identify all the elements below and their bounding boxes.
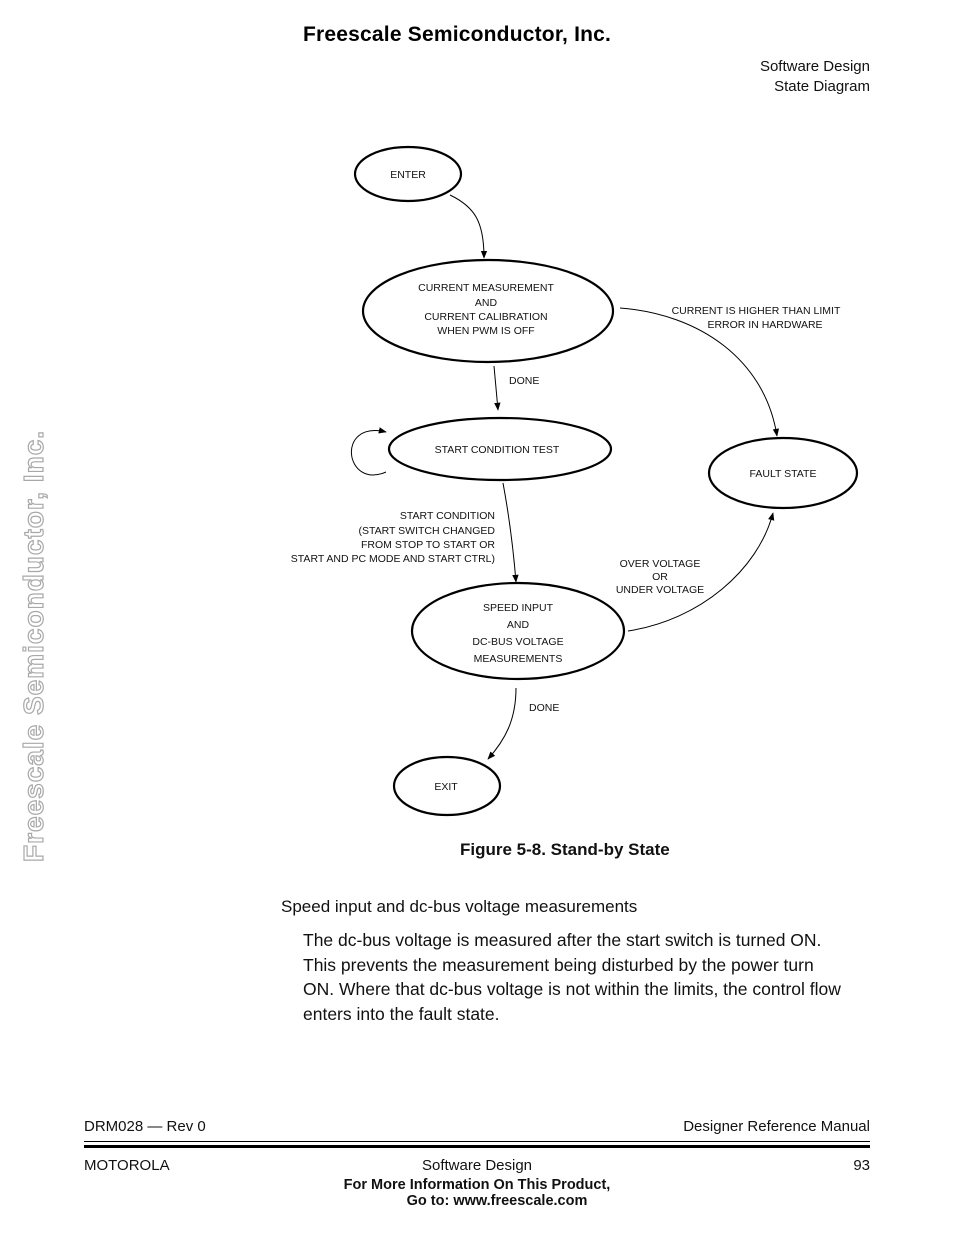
state-label: FAULT STATE (750, 468, 817, 480)
footer-manual-title: Designer Reference Manual (683, 1118, 870, 1135)
paragraph-line: This prevents the measurement being dist… (303, 954, 814, 975)
transition-label-voltage: OR (652, 571, 668, 583)
arrow-speed-to-exit (487, 687, 517, 760)
footer-page-number: 93 (853, 1157, 870, 1174)
body-paragraph: The dc-bus voltage is measured after the… (303, 928, 878, 1026)
arrow-start-test-self-loop (350, 427, 387, 476)
transition-label-done: DONE (509, 375, 539, 387)
transition-label-start-condition: (START SWITCH CHANGED (358, 525, 495, 537)
paragraph-line: enters into the fault state. (303, 1003, 500, 1024)
transition-label-voltage: UNDER VOLTAGE (616, 584, 704, 596)
state-enter: ENTER (353, 145, 463, 203)
figure-caption: Figure 5-8. Stand-by State (460, 840, 670, 859)
transition-label-start-condition: START AND PC MODE AND START CTRL) (291, 553, 495, 565)
state-start-condition-test: START CONDITION TEST (387, 416, 613, 482)
arrow-start-test-to-speed (502, 482, 519, 583)
state-speed-input: SPEED INPUT AND DC-BUS VOLTAGE MEASUREME… (410, 581, 626, 681)
state-label: START CONDITION TEST (435, 444, 560, 456)
state-label: AND (507, 619, 530, 631)
arrow-enter-to-current (449, 194, 488, 259)
state-label: MEASUREMENTS (474, 653, 563, 665)
state-fault: FAULT STATE (707, 436, 859, 510)
footer-rule-thin (84, 1141, 870, 1142)
transition-label-start-condition: START CONDITION (400, 510, 495, 522)
paragraph-line: ON. Where that dc-bus voltage is not wit… (303, 979, 841, 1000)
transition-label-done: DONE (529, 702, 559, 714)
footer-rule-thick (84, 1145, 870, 1148)
state-label: EXIT (434, 781, 458, 793)
state-label: SPEED INPUT (483, 602, 554, 614)
state-diagram: ENTER CURRENT MEASUREMENT AND CURRENT CA… (291, 145, 859, 817)
state-label: WHEN PWM IS OFF (437, 325, 534, 337)
footer-more-info: For More Information On This Product, (343, 1177, 611, 1193)
state-label: DC-BUS VOLTAGE (472, 636, 563, 648)
paragraph-line: The dc-bus voltage is measured after the… (303, 930, 822, 950)
state-label: AND (475, 297, 498, 309)
transition-label-start-condition: FROM STOP TO START OR (361, 539, 495, 551)
transition-label-current-limit: ERROR IN HARDWARE (707, 319, 822, 331)
footer-website-link[interactable]: Go to: www.freescale.com (0, 1193, 954, 1209)
transition-label-current-limit: CURRENT IS HIGHER THAN LIMIT (672, 305, 841, 317)
arrow-speed-to-fault (627, 512, 775, 632)
footer-doc-id: DRM028 — Rev 0 (84, 1118, 206, 1135)
transition-label-voltage: OVER VOLTAGE (620, 558, 701, 570)
state-label: CURRENT MEASUREMENT (418, 282, 554, 294)
state-current-measurement: CURRENT MEASUREMENT AND CURRENT CALIBRAT… (361, 258, 615, 364)
footer-section: Software Design (421, 1157, 533, 1174)
state-label: ENTER (390, 169, 426, 181)
arrow-current-to-start-test (493, 365, 501, 411)
section-subheading: Speed input and dc-bus voltage measureme… (281, 897, 638, 916)
state-exit: EXIT (392, 755, 502, 817)
state-label: CURRENT CALIBRATION (424, 311, 547, 323)
